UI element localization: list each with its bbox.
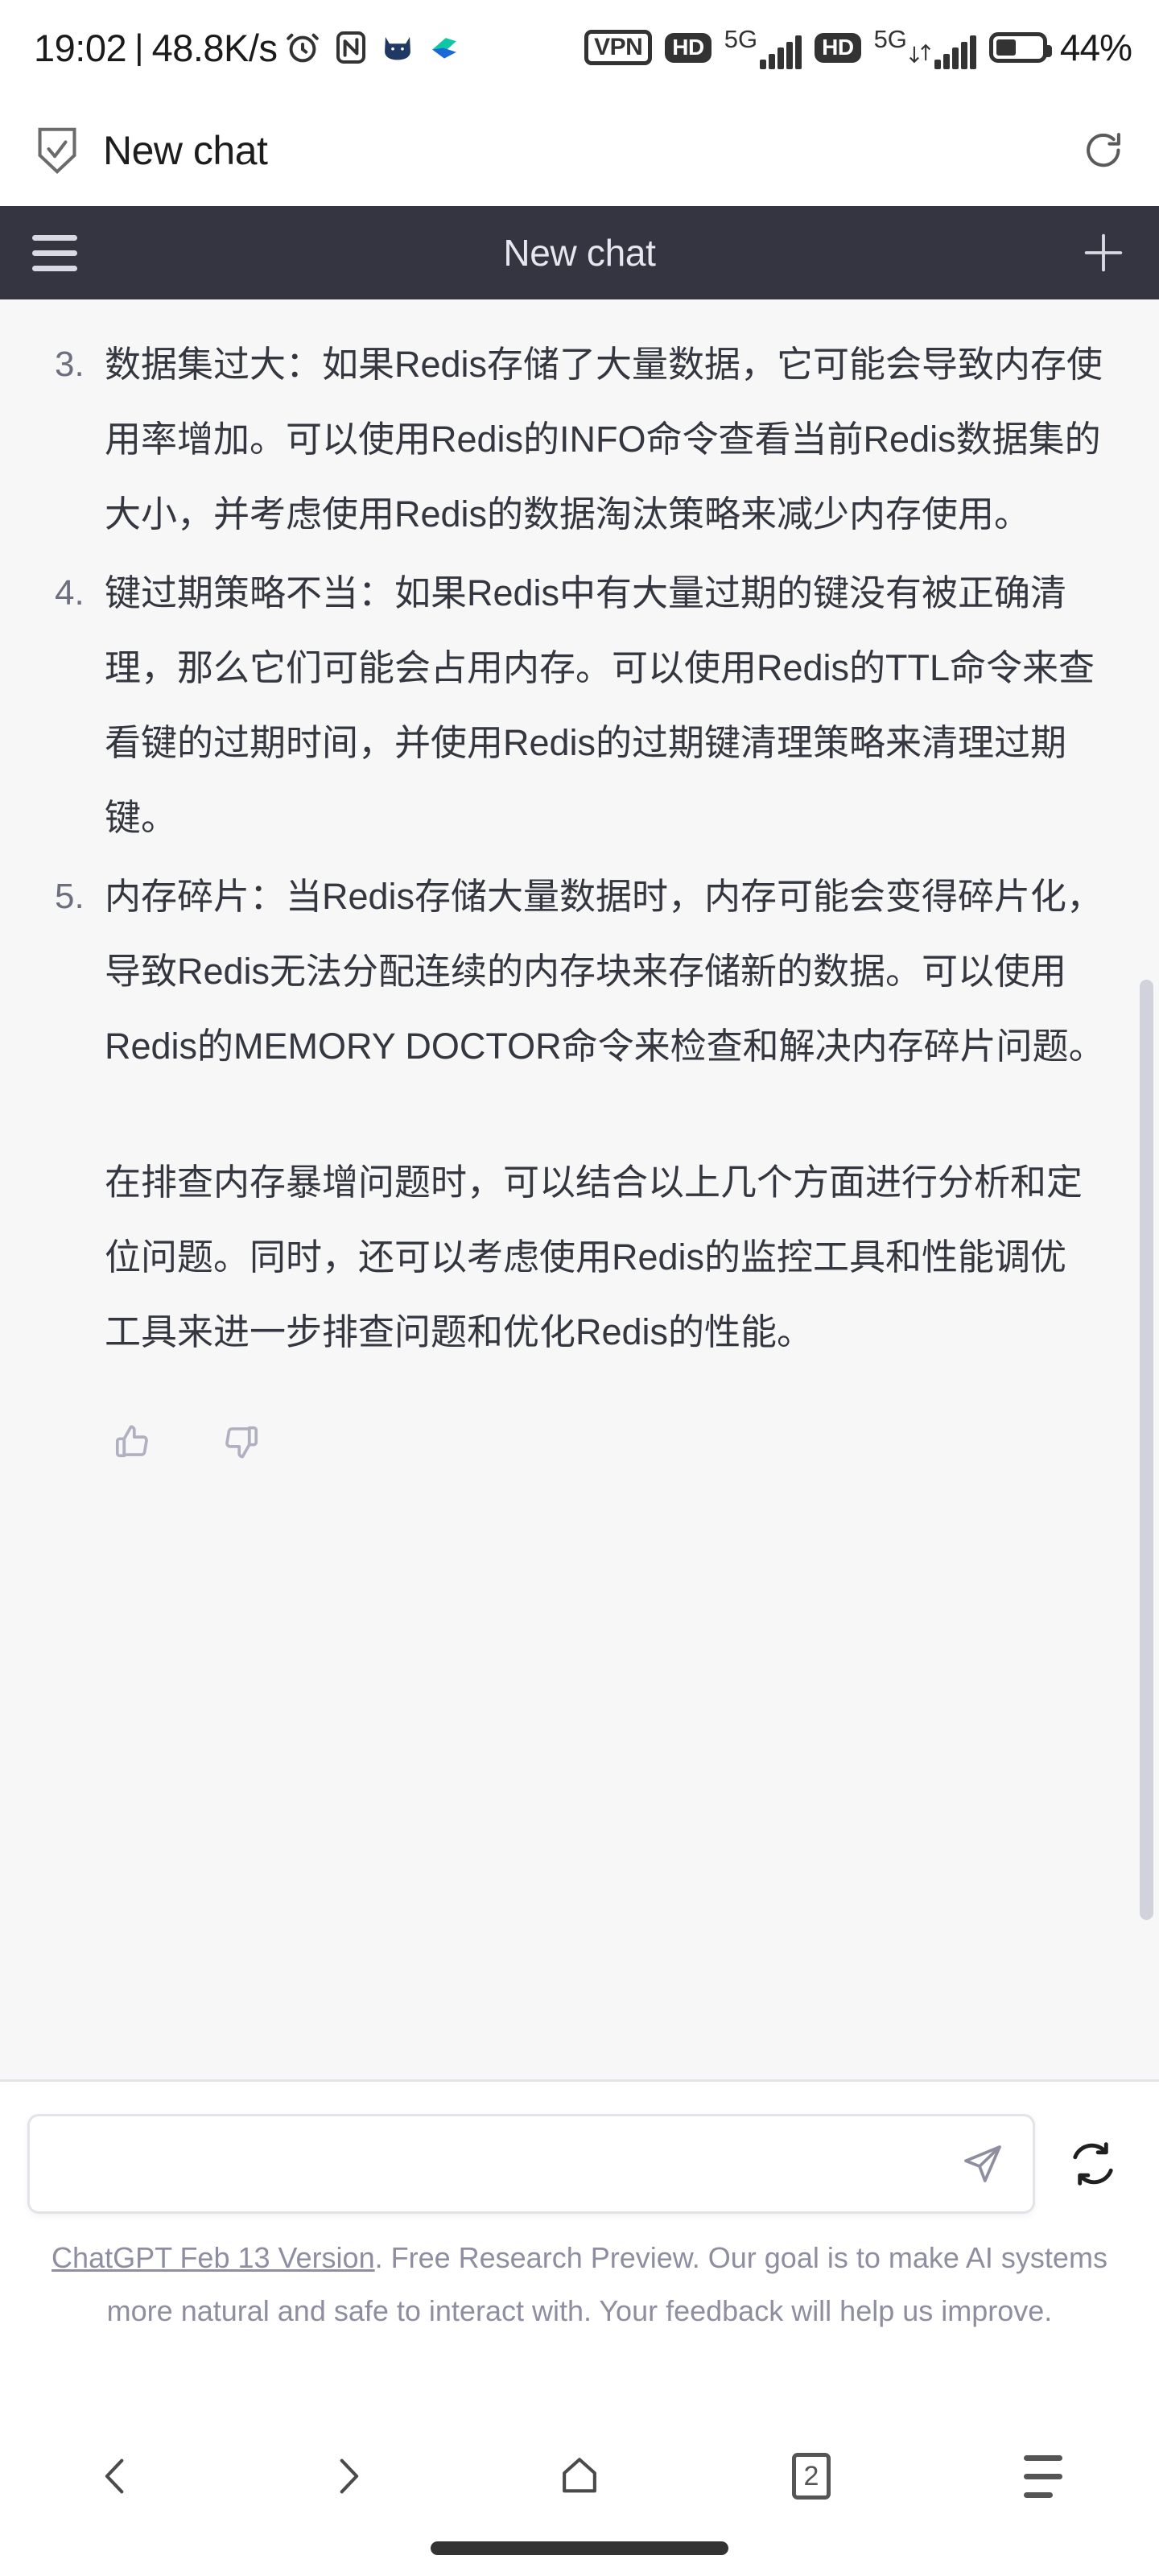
chevron-left-icon xyxy=(93,2453,139,2500)
phone-screen: 19:02 | 48.8K/s VPN HD 5G HD 5G 44% New … xyxy=(0,0,1159,2576)
thumbs-down-icon[interactable] xyxy=(221,1421,262,1463)
list-item: 5. 内存碎片：当Redis存储大量数据时，内存可能会变得碎片化，导致Redis… xyxy=(43,859,1107,1084)
hd-badge-sim1: HD xyxy=(665,32,711,63)
more-menu-icon xyxy=(1024,2454,1062,2498)
signal-sim2: 5G xyxy=(874,27,976,69)
answer-ordered-list: 3. 数据集过大：如果Redis存储了大量数据，它可能会导致内存使用率增加。可以… xyxy=(43,327,1107,1084)
regenerate-icon[interactable] xyxy=(1054,2114,1132,2214)
message-input-wrapper[interactable] xyxy=(27,2114,1035,2214)
nav-home-button[interactable] xyxy=(519,2438,640,2515)
app-header: New chat xyxy=(0,206,1159,299)
nfc-icon xyxy=(333,28,369,67)
hamburger-menu-icon[interactable] xyxy=(32,234,77,271)
status-bar-right: VPN HD 5G HD 5G 44% xyxy=(584,26,1132,69)
home-icon xyxy=(556,2453,603,2500)
status-bar: 19:02 | 48.8K/s VPN HD 5G HD 5G 44% xyxy=(0,0,1159,95)
version-link[interactable]: ChatGPT Feb 13 Version xyxy=(52,2241,375,2274)
status-time: 19:02 xyxy=(34,26,127,69)
footer-disclaimer: ChatGPT Feb 13 Version. Free Research Pr… xyxy=(0,2214,1159,2338)
battery-icon xyxy=(988,32,1052,63)
nav-menu-button[interactable] xyxy=(983,2438,1103,2515)
list-item-text: 键过期策略不当：如果Redis中有大量过期的键没有被正确清理，那么它们可能会占用… xyxy=(105,572,1095,838)
status-left-icons xyxy=(283,28,462,67)
browser-title-bar: New chat xyxy=(0,95,1159,206)
vertical-scrollbar[interactable] xyxy=(1140,980,1153,1920)
closing-paragraph: 在排查内存暴增问题时，可以结合以上几个方面进行分析和定位问题。同时，还可以考虑使… xyxy=(105,1162,1083,1352)
chevron-right-icon xyxy=(324,2453,371,2500)
list-item: 4. 键过期策略不当：如果Redis中有大量过期的键没有被正确清理，那么它们可能… xyxy=(43,555,1107,855)
list-item-number: 3. xyxy=(55,345,85,384)
list-item-number: 5. xyxy=(55,877,85,916)
send-paper-plane-icon[interactable] xyxy=(960,2141,1005,2186)
vpn-indicator: VPN xyxy=(584,29,653,66)
network-generation-sim2: 5G xyxy=(873,24,907,53)
feedback-actions xyxy=(43,1369,1107,1463)
hd-badge-sim2: HD xyxy=(815,32,861,63)
network-speed: 48.8K/s xyxy=(151,26,278,69)
status-bar-left: 19:02 | 48.8K/s xyxy=(34,26,462,70)
data-transfer-icon xyxy=(909,41,930,68)
chat-bottom-divider xyxy=(0,2079,1159,2082)
leaf-app-icon xyxy=(427,30,462,65)
tab-count-badge: 2 xyxy=(792,2453,831,2500)
reload-icon[interactable] xyxy=(1082,129,1125,172)
nav-back-button[interactable] xyxy=(56,2438,176,2515)
message-input[interactable] xyxy=(57,2145,960,2183)
shield-check-icon xyxy=(35,126,79,175)
message-composer xyxy=(0,2082,1159,2214)
list-item-number: 4. xyxy=(55,573,85,613)
battery-percent: 44% xyxy=(1059,27,1132,68)
cat-app-icon xyxy=(380,30,415,65)
signal-sim1: 5G xyxy=(724,27,802,69)
network-generation-sim1: 5G xyxy=(724,24,758,53)
nav-forward-button[interactable] xyxy=(287,2438,408,2515)
home-indicator xyxy=(431,2541,728,2555)
app-header-title: New chat xyxy=(503,232,656,274)
browser-page-title: New chat xyxy=(103,128,268,173)
list-item: 3. 数据集过大：如果Redis存储了大量数据，它可能会导致内存使用率增加。可以… xyxy=(43,327,1107,551)
nav-tabs-button[interactable]: 2 xyxy=(751,2438,872,2515)
signal-bars-sim2 xyxy=(934,35,976,69)
signal-bars-sim1 xyxy=(760,35,802,69)
assistant-message: 3. 数据集过大：如果Redis存储了大量数据，它可能会导致内存使用率增加。可以… xyxy=(0,299,1159,1463)
browser-bottom-nav: 2 xyxy=(0,2409,1159,2576)
plus-icon[interactable] xyxy=(1080,229,1127,276)
chat-scroll-area[interactable]: 3. 数据集过大：如果Redis存储了大量数据，它可能会导致内存使用率增加。可以… xyxy=(0,299,1159,2082)
alarm-icon xyxy=(283,28,322,67)
list-item-text: 数据集过大：如果Redis存储了大量数据，它可能会导致内存使用率增加。可以使用R… xyxy=(105,344,1103,535)
list-item-text: 内存碎片：当Redis存储大量数据时，内存可能会变得碎片化，导致Redis无法分… xyxy=(105,876,1105,1067)
status-separator: | xyxy=(134,27,144,67)
thumbs-up-icon[interactable] xyxy=(111,1421,153,1463)
